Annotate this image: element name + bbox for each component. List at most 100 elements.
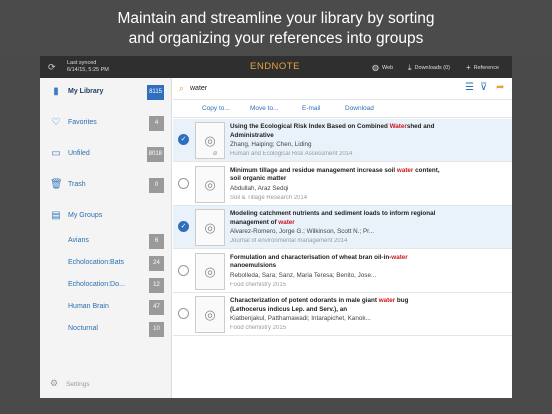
sidebar-group-echolocation-do[interactable]: Echolocation:Do... 12 — [40, 275, 172, 297]
select-checkbox[interactable] — [178, 308, 189, 319]
count-badge: 47 — [149, 300, 164, 315]
sidebar-item-my-groups[interactable]: ▤ My Groups — [40, 206, 172, 228]
title-highlight: water — [378, 297, 396, 304]
email-button[interactable]: E-mail — [302, 105, 320, 112]
select-checkbox[interactable]: ✓ — [178, 221, 189, 232]
search-bar[interactable]: ⌕ water ☰ ⊽ ➦ — [173, 78, 512, 100]
last-synced: Last synced 6/14/15, 5:25 PM — [67, 60, 109, 74]
reference-title: Minimum tillage and residue management i… — [230, 167, 445, 184]
downloads-label: Downloads (0) — [414, 65, 451, 71]
sidebar-item-label: My Library — [68, 88, 104, 95]
count-badge: 12 — [149, 278, 164, 293]
web-button[interactable]: ◍ Web — [372, 63, 393, 72]
sidebar-item-label: Favorites — [68, 119, 97, 126]
document-icon: ◎ — [204, 220, 216, 235]
search-icon: ⌕ — [179, 83, 185, 93]
title-highlight: water — [278, 218, 295, 226]
downloads-button[interactable]: ⤓ Downloads (0) — [408, 63, 450, 73]
count-badge: 24 — [149, 256, 164, 271]
count-badge: 8018 — [146, 147, 164, 162]
settings-button[interactable]: ⚙ Settings — [50, 378, 98, 389]
sidebar-item-label: Unfiled — [68, 150, 90, 157]
group-label: Human Brain — [68, 303, 109, 310]
app-window: ⟳ Last synced 6/14/15, 5:25 PM ENDNOTE ◍… — [40, 56, 512, 398]
document-icon: ◎ — [204, 263, 216, 279]
add-reference-button[interactable]: + Reference — [466, 63, 499, 72]
title-text: Minimum tillage and residue management i… — [230, 166, 397, 174]
count-badge: 4 — [149, 116, 164, 131]
reference-authors: Zhang, Haiping; Chen, Liding — [230, 141, 312, 148]
pdf-thumbnail[interactable]: ◎ — [195, 252, 225, 290]
reference-row[interactable]: ◎ Formulation and characterisation of whe… — [173, 250, 512, 293]
title-text: nanoemulsions — [230, 262, 277, 269]
sidebar-group-human-brain[interactable]: Human Brain 47 — [40, 297, 172, 319]
sync-icon[interactable]: ⟳ — [48, 62, 58, 72]
count-badge: 10 — [149, 322, 164, 337]
plus-icon: + — [466, 63, 471, 72]
select-checkbox[interactable] — [178, 177, 189, 189]
reference-row[interactable]: ✓ ◎ ⌀ Using the Ecological Risk Index Based… — [173, 119, 512, 162]
action-bar: Copy to... Move to... E-mail Download — [173, 100, 512, 118]
globe-icon: ◍ — [372, 63, 379, 72]
sidebar-group-nocturnal[interactable]: Nocturnal 10 — [40, 319, 172, 341]
sidebar-item-my-library[interactable]: ▮ My Library 8115 — [40, 82, 172, 104]
filter-icon[interactable]: ⊽ — [480, 82, 487, 93]
sidebar-group-avians[interactable]: Avians 6 — [40, 231, 172, 253]
document-icon: ◎ — [204, 176, 216, 192]
reference-title: Modeling catchment nutrients and sedimen… — [230, 210, 445, 227]
document-icon: ◎ — [204, 307, 216, 322]
reference-list-pane: ⌕ water ☰ ⊽ ➦ Copy to... Move to... E-ma… — [173, 78, 512, 398]
pdf-thumbnail[interactable]: ◎ — [195, 122, 225, 159]
title-text: Using the Ecological Risk Index Based on… — [230, 123, 390, 130]
reference-journal: Food chemistry 2015 — [230, 281, 287, 288]
search-input[interactable]: water — [190, 85, 207, 92]
synced-label: Last synced — [67, 60, 97, 66]
count-badge: 8115 — [147, 85, 164, 100]
promo-banner: Maintain and streamline your library by … — [0, 0, 552, 56]
group-label: Avians — [68, 237, 89, 244]
title-text: Formulation and characterisation of whea… — [230, 253, 392, 261]
sidebar-item-trash[interactable]: 🗑 Trash 0 — [40, 175, 172, 197]
synced-time: 6/14/15, 5:25 PM — [67, 67, 109, 73]
sort-icon[interactable]: ☰ — [465, 82, 474, 93]
reference-journal: Human and Ecological Risk Assessment 201… — [230, 151, 353, 157]
reference-row[interactable]: ✓ ◎ Modeling catchment nutrients and sedim… — [173, 206, 512, 249]
document-icon: ◎ — [204, 133, 216, 148]
title-highlight: water — [391, 253, 408, 261]
copy-to-button[interactable]: Copy to... — [202, 105, 230, 112]
reference-journal: Journal of environmental management 2014 — [230, 238, 348, 244]
title-highlight: Water — [389, 123, 407, 130]
count-badge: 6 — [149, 234, 164, 249]
group-label: Echolocation:Bats — [68, 259, 125, 266]
reference-authors: Rebolleda, Sara; Sanz, Maria Teresa; Ben… — [230, 271, 377, 279]
web-label: Web — [381, 65, 394, 71]
reference-authors: Abdullah, Araz Sedqi — [230, 184, 289, 192]
select-checkbox[interactable] — [178, 264, 189, 276]
download-button[interactable]: Download — [345, 105, 374, 112]
promo-line-1: Maintain and streamline your library by … — [117, 10, 435, 27]
attachment-icon: ⌀ — [213, 150, 218, 157]
select-checkbox[interactable]: ✓ — [178, 134, 189, 145]
count-badge: 0 — [149, 178, 164, 193]
book-icon: ▮ — [53, 86, 59, 97]
title-text: Characterization of potent odorants in m… — [230, 297, 379, 304]
endnote-logo: ENDNOTE — [250, 61, 300, 72]
document-icon: ▭ — [51, 148, 61, 159]
title-highlight: water — [396, 166, 414, 174]
sidebar-item-unfiled[interactable]: ▭ Unfiled 8018 — [40, 144, 172, 166]
sidebar-group-echolocation-bats[interactable]: Echolocation:Bats 24 — [40, 253, 172, 275]
download-icon: ⤓ — [408, 63, 412, 72]
folder-icon: ▤ — [51, 210, 61, 221]
share-icon[interactable]: ➦ — [496, 82, 504, 93]
reference-label: Reference — [473, 65, 500, 71]
pdf-thumbnail[interactable]: ◎ — [195, 296, 225, 333]
pdf-thumbnail[interactable]: ◎ — [195, 165, 225, 203]
sidebar-item-label: Trash — [68, 181, 86, 188]
sidebar: ▮ My Library 8115 ♡ Favorites 4 ▭ Unfile… — [40, 78, 172, 398]
reference-row[interactable]: ◎ Characterization of potent odorants in … — [173, 293, 512, 336]
move-to-button[interactable]: Move to... — [250, 105, 279, 112]
reference-row[interactable]: ◎ Minimum tillage and residue management … — [173, 163, 512, 206]
reference-authors: Kiatbenjakul, Patthamawadi; Intarapichet… — [230, 315, 371, 322]
sidebar-item-favorites[interactable]: ♡ Favorites 4 — [40, 113, 172, 135]
pdf-thumbnail[interactable]: ◎ — [195, 209, 225, 246]
